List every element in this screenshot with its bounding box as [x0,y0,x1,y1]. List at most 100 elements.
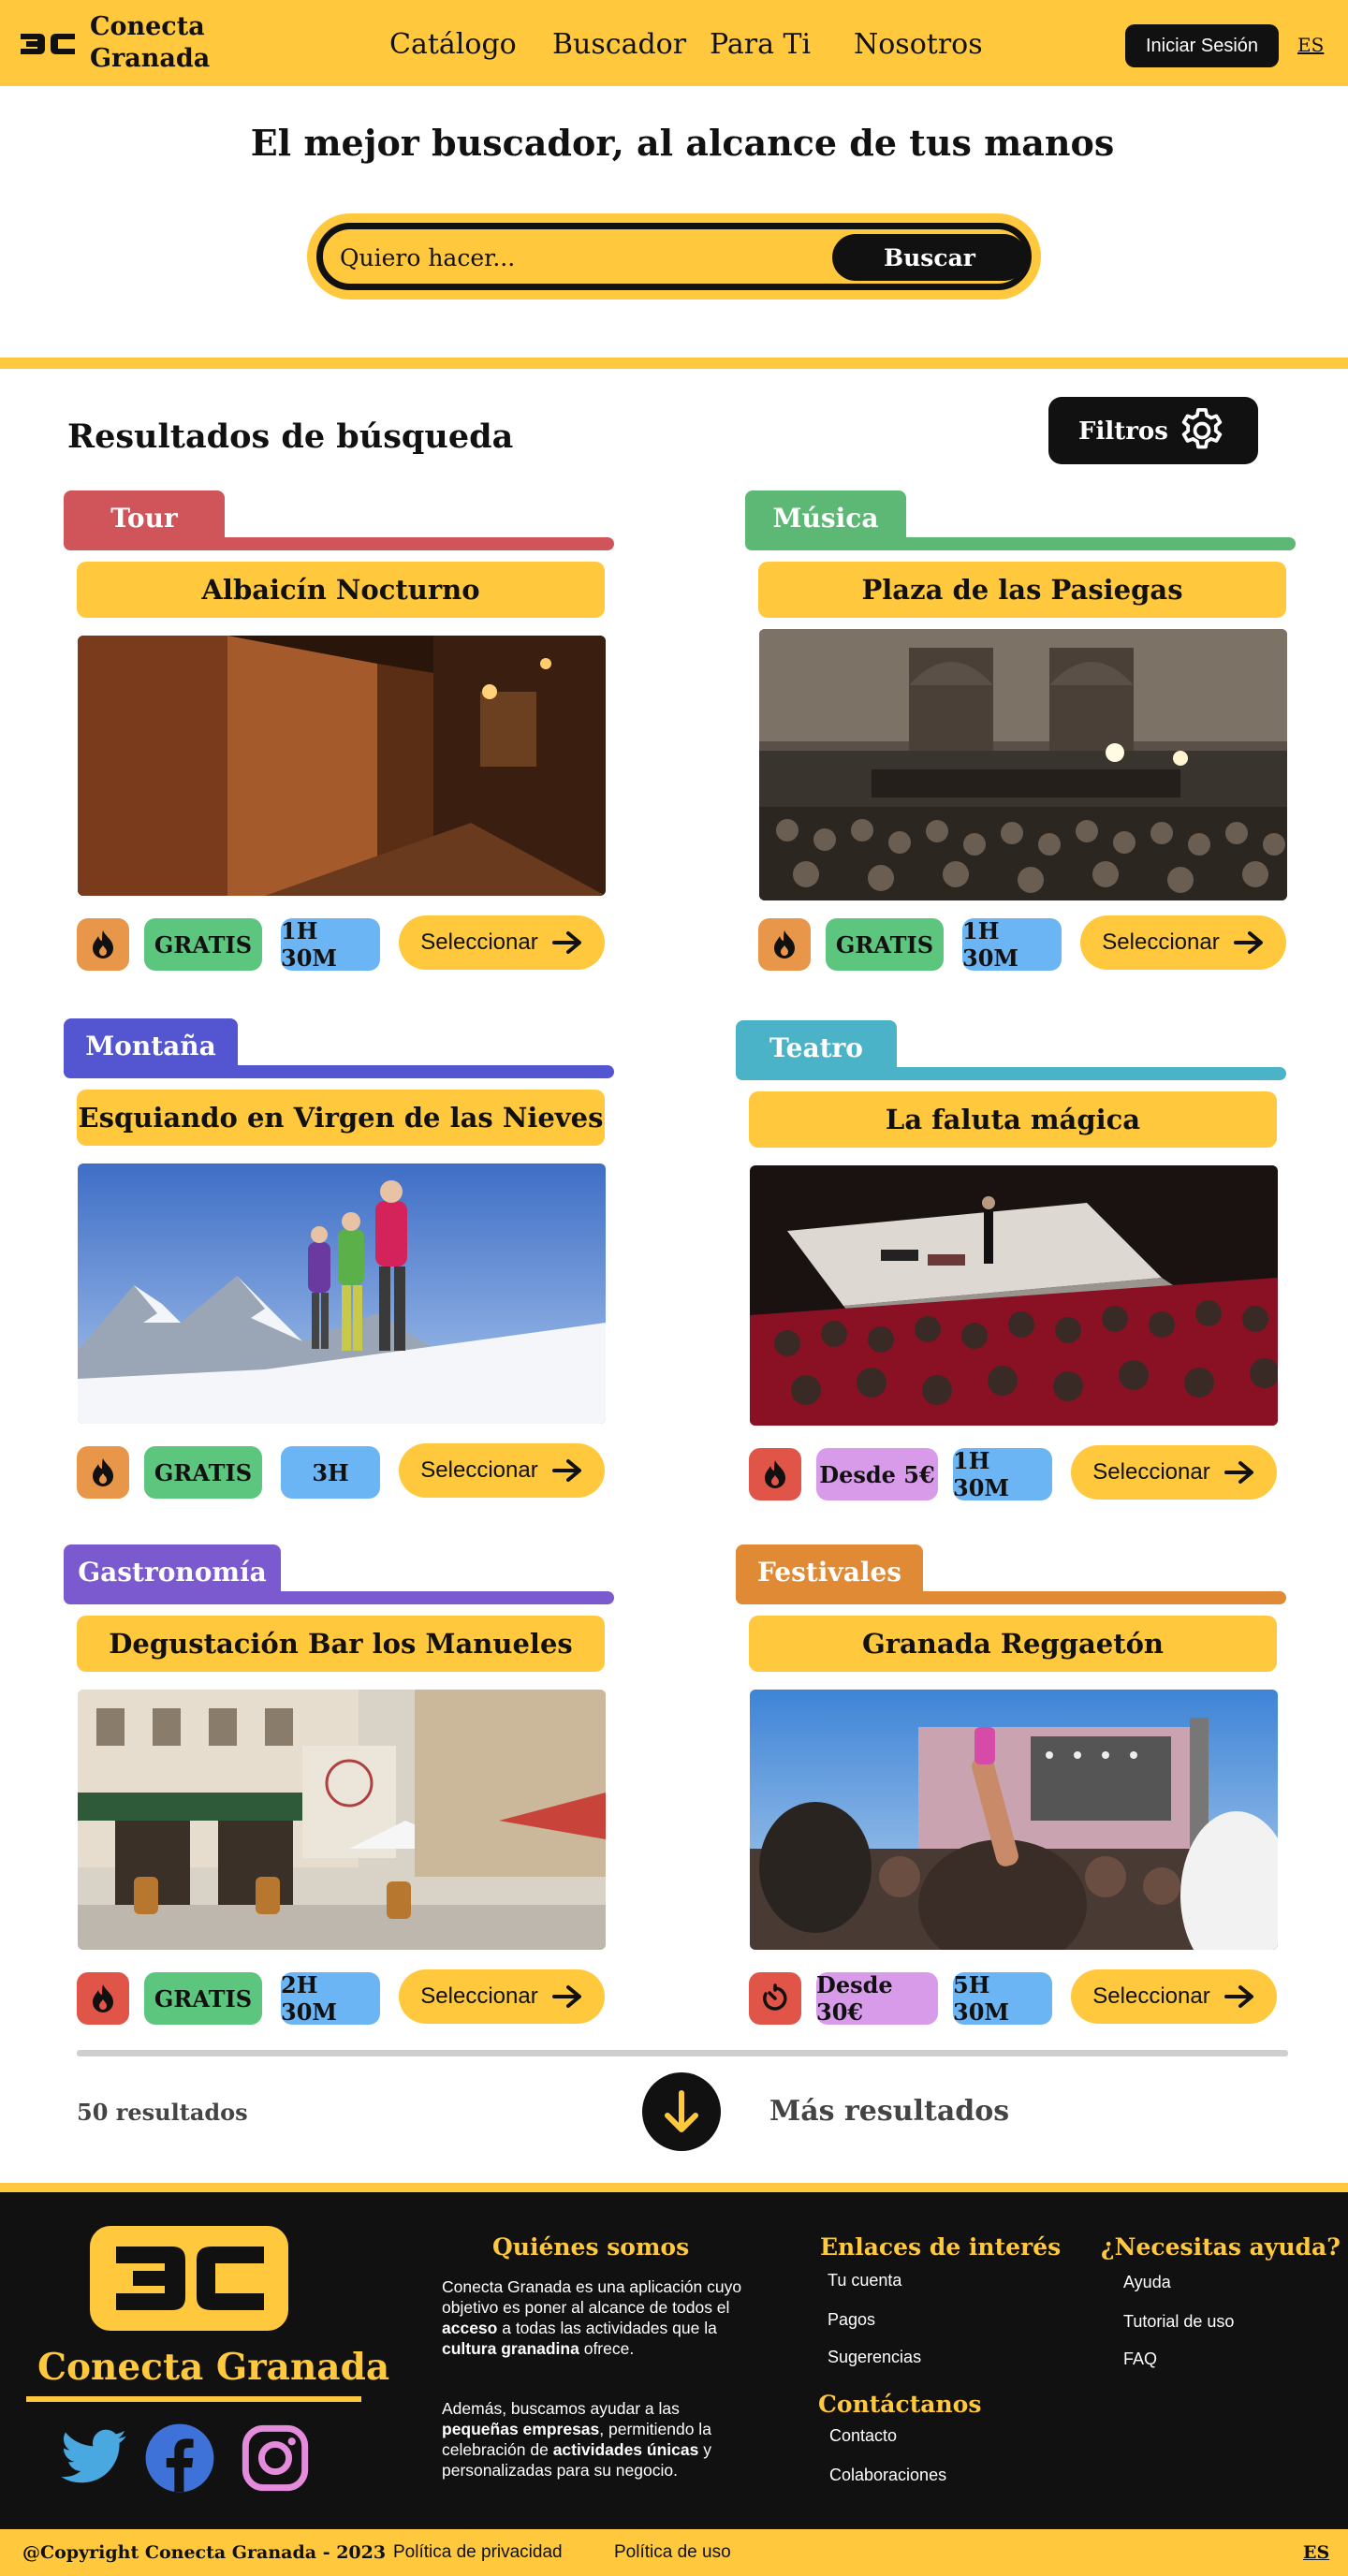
footer-brand-underline [26,2396,361,2402]
arrow-down-icon [665,2090,698,2132]
activity-photo[interactable] [759,629,1287,900]
link-contacto[interactable]: Contacto [829,2426,897,2446]
language-selector[interactable]: ES [1297,34,1324,56]
activity-title[interactable]: La faluta mágica [749,1091,1277,1148]
flame-icon [77,1972,129,2025]
flame-icon [749,1448,801,1500]
privacy-link[interactable]: Política de privacidad [393,2542,563,2563]
price-tag: GRATIS [144,1446,262,1499]
price-tag: Desde 30€ [816,1971,938,2026]
select-button[interactable]: Seleccionar [399,915,605,970]
category-line [64,1065,614,1078]
nav-catalogo[interactable]: Catálogo [389,28,517,61]
activity-photo[interactable] [78,1164,606,1424]
activity-photo[interactable] [750,1165,1278,1426]
footer-divider [0,2183,1348,2192]
login-button[interactable]: Iniciar Sesión [1125,24,1279,67]
nav-nosotros[interactable]: Nosotros [854,28,983,61]
link-tutorial[interactable]: Tutorial de uso [1123,2312,1234,2332]
activity-photo[interactable] [78,1690,606,1950]
contact-title: Contáctanos [818,2391,982,2418]
arrow-right-icon [551,931,581,954]
about-paragraph-1: Conecta Granada es una aplicación cuyo o… [442,2277,742,2358]
activity-title[interactable]: Degustación Bar los Manueles [77,1616,605,1672]
arrow-right-icon [551,1985,581,2008]
select-button[interactable]: Seleccionar [1071,1445,1277,1500]
more-results-button[interactable] [642,2072,721,2151]
select-label: Seleccionar [1092,1459,1210,1485]
brand-line-2: Granada [90,44,211,73]
footer: Conecta Granada Quiénes somos Conecta Gr… [0,2192,1348,2529]
select-label: Seleccionar [420,929,538,955]
activity-title[interactable]: Plaza de las Pasiegas [758,562,1286,618]
nav-para-ti[interactable]: Para Ti [710,28,811,61]
results-divider [77,2050,1288,2056]
copyright: @Copyright Conecta Granada - 2023 [22,2542,387,2563]
about-paragraph-2: Además, buscamos ayudar a las pequeñas e… [442,2399,711,2480]
activity-title[interactable]: Esquiando en Virgen de las Nieves [77,1090,605,1146]
category-line [736,1067,1286,1080]
brand-name[interactable]: Conecta Granada [90,11,210,75]
search-bar: Buscar [307,213,1041,300]
arrow-right-icon [1223,1461,1253,1484]
logo-icon[interactable] [19,28,77,60]
link-ayuda[interactable]: Ayuda [1123,2273,1171,2292]
category-line [745,537,1296,550]
facebook-icon[interactable] [144,2422,215,2494]
filters-button[interactable]: Filtros [1048,397,1258,464]
price-tag: Desde 5€ [816,1448,938,1500]
search-button[interactable]: Buscar [832,234,1027,281]
select-label: Seleccionar [420,1983,538,2009]
price-tag: GRATIS [144,918,262,971]
results-title: Resultados de búsqueda [67,417,514,456]
results-count: 50 resultados [77,2099,248,2126]
activity-card: Gastronomía Degustación Bar los Manueles… [64,1544,614,2031]
price-tag: GRATIS [144,1972,262,2025]
link-faq[interactable]: FAQ [1123,2349,1157,2369]
search-bar-frame: Buscar [316,223,1032,290]
footer-brand: Conecta Granada [37,2346,390,2389]
select-label: Seleccionar [1102,929,1220,955]
activity-title[interactable]: Albaicín Nocturno [77,562,605,618]
help-title: ¿Necesitas ayuda? [1101,2233,1341,2261]
link-colaboraciones[interactable]: Colaboraciones [829,2466,946,2485]
gear-icon [1181,407,1223,449]
duration-tag: 1H 30M [281,917,380,972]
category-line [64,1591,614,1604]
nav-buscador[interactable]: Buscador [552,28,686,61]
brand-line-1: Conecta [90,12,205,41]
category-line [736,1591,1286,1604]
select-button[interactable]: Seleccionar [399,1443,605,1498]
price-tag: GRATIS [826,918,944,971]
activity-photo[interactable] [78,636,606,896]
activity-card: Festivales Granada Reggaetón Desde 30€ 5… [736,1544,1286,2031]
activity-photo[interactable] [750,1690,1278,1950]
flame-icon [77,1446,129,1499]
select-button[interactable]: Seleccionar [399,1969,605,2024]
activity-card: Música Plaza de las Pasiegas GRATIS 1H 3… [745,490,1296,977]
search-input[interactable] [340,244,780,271]
top-header: Conecta Granada Catálogo Buscador Para T… [0,0,1348,86]
duration-tag: 1H 30M [953,1447,1052,1501]
duration-tag: 1H 30M [962,917,1062,972]
footer-language[interactable]: ES [1303,2542,1329,2563]
activity-card: Tour Albaicín Nocturno GRATIS 1H 30M Sel… [64,490,614,977]
instagram-icon[interactable] [240,2422,311,2494]
hero-title: El mejor buscador, al alcance de tus man… [250,122,1115,164]
flame-icon [77,918,129,971]
select-button[interactable]: Seleccionar [1071,1969,1277,2024]
terms-link[interactable]: Política de uso [614,2542,731,2563]
activity-title[interactable]: Granada Reggaetón [749,1616,1277,1672]
select-label: Seleccionar [420,1457,538,1483]
link-pagos[interactable]: Pagos [828,2310,875,2330]
bottom-bar: @Copyright Conecta Granada - 2023 Políti… [0,2529,1348,2576]
link-sugerencias[interactable]: Sugerencias [828,2348,921,2367]
more-results-label[interactable]: Más resultados [769,2095,1009,2128]
link-tu-cuenta[interactable]: Tu cuenta [828,2271,901,2291]
footer-logo-icon[interactable] [90,2226,288,2331]
activity-card: Montaña Esquiando en Virgen de las Nieve… [64,1018,614,1505]
twitter-icon[interactable] [58,2422,129,2494]
activity-card: Teatro La faluta mágica Desde 5€ 1H 30M … [736,1020,1286,1507]
select-button[interactable]: Seleccionar [1080,915,1286,970]
flame-icon [758,918,811,971]
